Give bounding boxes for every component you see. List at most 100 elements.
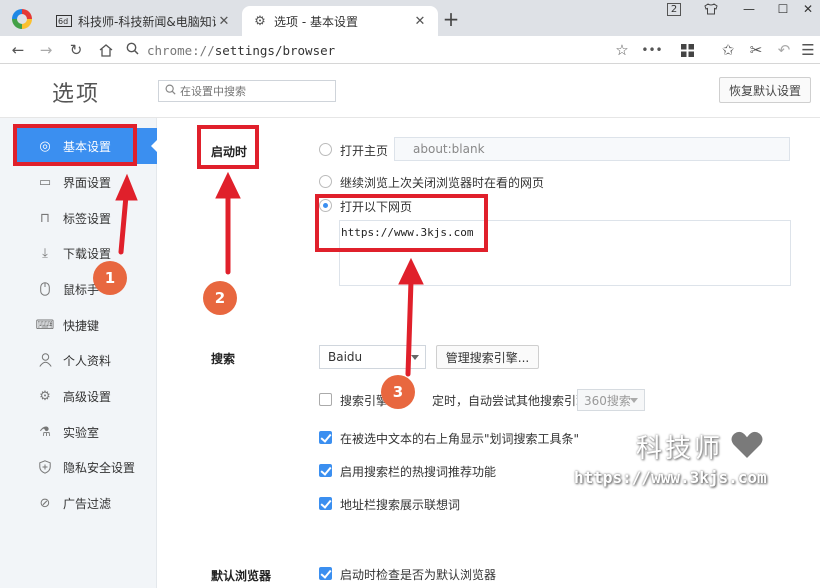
address-suggest-checkbox[interactable] [319,497,332,510]
search-section-label: 搜索 [211,352,236,366]
selection-toolbar-checkbox[interactable] [319,431,332,444]
watermark-text: 科技师 [636,434,724,464]
keyboard-icon: ⌨ [35,317,55,333]
address-bar[interactable]: chrome://settings/browser [126,39,670,61]
sidebar-item-label: 实验室 [63,425,100,440]
svg-text:6d: 6d [58,17,68,26]
undo-icon[interactable]: ↶ [774,40,794,60]
shield-icon [37,459,53,475]
favorites-list-icon[interactable]: ✩ [718,40,738,60]
close-window-button[interactable]: ✕ [798,0,818,18]
user-icon [37,352,53,368]
page-title: 选项 [52,82,101,107]
sidebar-item-label: 个人资料 [63,353,112,368]
homepage-value: about:blank [413,142,485,156]
fallback-engine-checkbox[interactable] [319,393,332,406]
sidebar-item-label: 高级设置 [63,389,112,404]
sidebar-item-label: 隐私安全设置 [63,460,136,475]
tab-settings[interactable]: ⚙ 选项 - 基本设置 ✕ [242,6,438,36]
gear-icon: ⚙ [254,13,266,29]
settings-search-box[interactable] [158,80,336,102]
close-tab-icon[interactable]: ✕ [216,14,232,29]
settings-header: 选项 恢复默认设置 [0,64,820,118]
chevron-down-icon [411,355,419,360]
tab-title: 科技师-科技新闻&电脑知识 [78,14,216,29]
skin-icon[interactable] [700,0,722,18]
hot-words-checkbox[interactable] [319,464,332,477]
fallback-engine-select[interactable]: 360搜索 [577,389,645,411]
sidebar-item-adblock[interactable]: ⊘ 广告过滤 [0,485,157,521]
download-icon: ⤓ [42,245,48,261]
browser-logo-icon [12,9,32,29]
search-engine-value: Baidu [328,350,363,364]
settings-sidebar: ◎ 基本设置 ▭ 界面设置 ⊓ 标签设置 ⤓ 下载设置 鼠标手 ⌨ 快捷键 个人… [0,118,158,588]
watermark-url: https://www.3kjs.com [574,468,767,487]
sidebar-item-mouse[interactable]: 鼠标手 [0,271,157,307]
tab-icon: ⊓ [39,210,51,226]
search-engine-select[interactable]: Baidu [319,345,426,369]
navigation-toolbar: ← → ↻ chrome://settings/browser ☆ ••• ✩ … [0,36,820,64]
block-icon: ⊘ [39,495,51,511]
heart-icon [730,430,764,460]
default-browser-checkbox[interactable] [319,567,332,580]
address-url[interactable]: chrome://settings/browser [147,43,335,58]
sidebar-item-profile[interactable]: 个人资料 [0,342,157,378]
sidebar-item-interface[interactable]: ▭ 界面设置 [0,164,157,200]
option-label: 启用搜索栏的热搜词推荐功能 [340,465,497,479]
search-icon [126,42,139,58]
option-label: 定时，自动尝试其他搜索引擎： [432,394,601,408]
highlight-box-sidebar [13,124,137,166]
option-label: 打开主页 [340,144,389,158]
reload-button[interactable]: ↻ [66,40,86,60]
advanced-gear-icon: ⚙ [39,388,51,404]
new-tab-button[interactable]: + [440,8,462,30]
home-button[interactable] [96,40,116,60]
restore-defaults-button[interactable]: 恢复默认设置 [719,77,811,103]
tab-title: 选项 - 基本设置 [274,14,358,29]
highlight-box-pages [315,194,488,252]
minimize-button[interactable]: — [736,0,762,18]
settings-search-input[interactable] [180,84,330,98]
forward-button[interactable]: → [36,40,56,60]
scissors-icon[interactable]: ✂ [746,40,766,60]
sidebar-item-advanced[interactable]: ⚙ 高级设置 [0,378,157,414]
search-icon [165,84,176,98]
maximize-button[interactable]: ☐ [770,0,796,18]
lab-flask-icon: ⚗ [39,424,51,440]
default-browser-section-label: 默认浏览器 [211,569,272,583]
bookmark-star-icon[interactable]: ☆ [612,40,632,60]
sidebar-item-download[interactable]: ⤓ 下载设置 [0,235,157,271]
homepage-field[interactable]: about:blank [394,137,790,161]
arrow-head-2 [215,171,241,199]
mouse-icon [37,281,53,297]
radio-open-homepage[interactable] [319,143,332,156]
fallback-engine-value: 360搜索 [584,393,631,408]
step-marker-3: 3 [381,375,415,409]
chevron-down-icon [630,398,638,403]
option-label: 继续浏览上次关闭浏览器时在看的网页 [340,176,545,190]
sidebar-item-privacy[interactable]: 隐私安全设置 [0,449,157,485]
menu-icon[interactable]: ☰ [798,40,818,60]
sidebar-item-tabs[interactable]: ⊓ 标签设置 [0,200,157,236]
close-tab-icon[interactable]: ✕ [412,14,428,29]
sidebar-item-label: 界面设置 [63,175,112,190]
tab-strip: 6d 科技师-科技新闻&电脑知识 ✕ ⚙ 选项 - 基本设置 ✕ + 2 — ☐… [0,0,820,36]
sidebar-item-shortcuts[interactable]: ⌨ 快捷键 [0,307,157,343]
apps-grid-icon[interactable] [677,40,697,60]
more-icon[interactable]: ••• [641,40,662,60]
option-label: 地址栏搜索展示联想词 [340,498,461,512]
tab-count-badge[interactable]: 2 [664,0,684,18]
step-marker-1: 1 [93,261,127,295]
tab-tech-site[interactable]: 6d 科技师-科技新闻&电脑知识 ✕ [46,6,242,36]
sidebar-item-label: 广告过滤 [63,496,112,511]
radio-continue-session[interactable] [319,175,332,188]
sidebar-item-lab[interactable]: ⚗ 实验室 [0,414,157,450]
sidebar-item-label: 快捷键 [63,318,100,333]
manage-search-engines-button[interactable]: 管理搜索引擎... [436,345,539,369]
sidebar-item-label: 标签设置 [63,211,112,226]
window-icon: ▭ [38,174,52,190]
back-button[interactable]: ← [8,40,28,60]
tech-site-icon: 6d [56,13,72,29]
option-label: 在被选中文本的右上角显示"划词搜索工具条" [340,432,580,446]
option-label: 启动时检查是否为默认浏览器 [340,568,497,582]
